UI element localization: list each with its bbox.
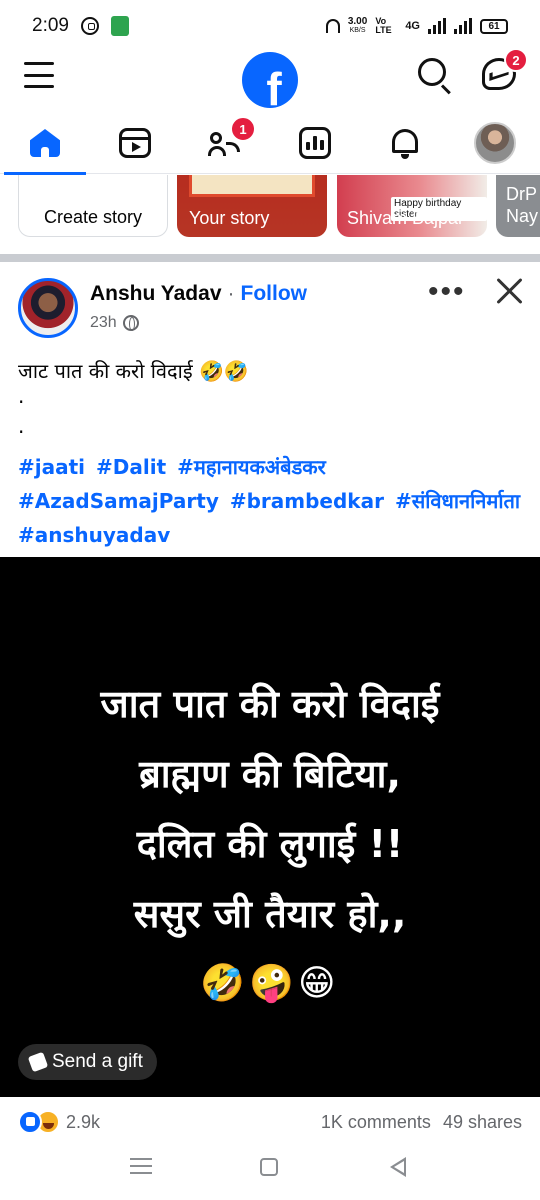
network-speed: 3.00 KB/S — [347, 16, 368, 35]
profile-avatar-icon — [474, 122, 516, 164]
image-line: ब्राह्मण की बिटिया, — [139, 752, 401, 796]
hashtag-link[interactable]: #महानायकअंबेडकर — [177, 455, 326, 479]
feed-separator — [0, 254, 540, 262]
friends-badge: 1 — [230, 116, 256, 142]
bell-icon — [390, 127, 420, 159]
tab-home[interactable] — [0, 112, 90, 175]
like-reaction-icon — [18, 1110, 42, 1134]
separator-dot: · — [227, 282, 235, 305]
author-name[interactable]: Anshu Yadav — [90, 282, 222, 306]
whatsapp-icon — [80, 17, 99, 35]
hashtag-link[interactable]: #संविधाननिर्माता — [395, 489, 520, 513]
story-label: Create story — [43, 207, 143, 227]
post-text: जाट पात की करो विदाई 🤣🤣 . . — [18, 356, 528, 446]
reactions-bar: 2.9k 1K comments 49 shares — [0, 1100, 540, 1144]
shares-count[interactable]: 49 shares — [443, 1112, 522, 1133]
tab-bar — [0, 112, 540, 175]
image-emojis: 🤣🤪😁 — [200, 963, 340, 1004]
post-caption: जाट पात की करो विदाई 🤣🤣 — [18, 359, 249, 383]
reaction-count[interactable]: 2.9k — [66, 1112, 100, 1133]
comments-count[interactable]: 1K comments — [321, 1112, 431, 1133]
post-dot: . — [18, 414, 25, 438]
home-button-icon[interactable] — [260, 1158, 278, 1176]
hamburger-icon[interactable] — [24, 62, 54, 88]
messenger-badge: 2 — [504, 48, 528, 72]
reaction-icons[interactable] — [18, 1110, 60, 1134]
hashtag-link[interactable]: #AzadSamajParty — [18, 489, 219, 513]
search-icon[interactable] — [418, 58, 454, 95]
image-line: ससुर जी तैयार हो,, — [133, 892, 407, 936]
post-header: Anshu Yadav · Follow 23h ••• — [0, 270, 540, 342]
post-image[interactable]: जात पात की करो विदाई ब्राह्मण की बिटिया,… — [0, 557, 540, 1097]
image-line: दलित की लुगाई !! — [136, 822, 404, 866]
story-label: DrP Nay — [506, 184, 539, 226]
notification-app-icon — [110, 16, 129, 36]
image-line: जात पात की करो विदाई — [100, 682, 440, 726]
story-label: Your story — [189, 208, 270, 228]
tab-profile[interactable] — [450, 112, 540, 174]
hashtag-list: #jaati #Dalit #महानायकअंबेडकर #AzadSamaj… — [18, 450, 533, 552]
facebook-logo[interactable]: f — [242, 52, 298, 108]
recent-apps-icon[interactable] — [130, 1158, 152, 1174]
send-gift-button[interactable]: Send a gift — [18, 1044, 157, 1080]
dashboard-icon — [299, 127, 331, 159]
status-bar: 2:09 3.00 KB/S Vo LTE 4G 61 — [0, 0, 540, 52]
story-next[interactable]: DrP Nay — [496, 175, 540, 237]
headphone-icon — [325, 19, 340, 33]
app-header: f — [0, 52, 540, 112]
close-icon[interactable] — [494, 276, 524, 306]
tab-reels[interactable] — [90, 112, 180, 174]
hashtag-link[interactable]: #Dalit — [96, 455, 166, 479]
status-time: 2:09 — [32, 15, 69, 36]
post-time[interactable]: 23h — [90, 314, 117, 332]
signal-icon-2 — [454, 18, 472, 34]
follow-button[interactable]: Follow — [241, 282, 308, 306]
post-dot: . — [18, 384, 25, 408]
story-create[interactable]: Create story — [18, 175, 168, 237]
send-gift-label: Send a gift — [52, 1051, 143, 1072]
hashtag-link[interactable]: #brambedkar — [230, 489, 384, 513]
tab-dashboard[interactable] — [270, 112, 360, 174]
network-type: 4G — [405, 20, 420, 32]
story-yours[interactable]: Your story — [177, 175, 327, 237]
stories-tray: Create story Your story Happy birthday s… — [0, 175, 540, 253]
reels-icon — [119, 128, 151, 158]
volte-indicator: Vo LTE — [375, 16, 392, 35]
hashtag-link[interactable]: #anshuyadav — [18, 523, 170, 547]
back-icon[interactable] — [390, 1157, 406, 1177]
author-avatar[interactable] — [18, 278, 78, 338]
more-horizontal-icon[interactable]: ••• — [428, 277, 466, 307]
tab-notifications[interactable] — [360, 112, 450, 174]
globe-icon — [122, 315, 139, 331]
story-thumbnail — [189, 175, 315, 197]
hashtag-link[interactable]: #jaati — [18, 455, 85, 479]
tab-friends[interactable] — [180, 112, 270, 174]
battery-icon: 61 — [480, 18, 508, 34]
story-label: Shivam Bajpai — [347, 208, 463, 228]
gift-icon — [27, 1051, 49, 1073]
image-text: जात पात की करो विदाई ब्राह्मण की बिटिया,… — [0, 669, 540, 1019]
signal-icon — [428, 18, 446, 34]
home-icon — [30, 129, 60, 157]
system-nav-bar — [0, 1144, 540, 1200]
story-shivam[interactable]: Happy birthday sister Shivam Bajpai — [337, 175, 487, 237]
